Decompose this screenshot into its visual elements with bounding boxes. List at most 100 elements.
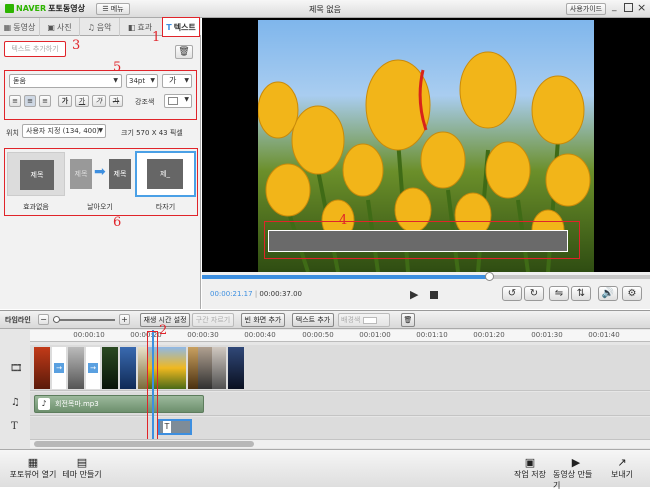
transition-marker[interactable]: → [52, 347, 66, 389]
music-clip-name: 회전목마.mp3 [55, 400, 99, 408]
user-guide-button[interactable]: 사용가이드 [566, 3, 606, 15]
clip-thumbnail[interactable] [188, 347, 198, 389]
ruler-tick: 00:00:50 [302, 331, 334, 339]
annotation-6: 6 [113, 215, 122, 230]
seek-bar[interactable] [202, 272, 650, 281]
maximize-icon[interactable] [624, 3, 633, 12]
play-icon[interactable]: ▶ [410, 288, 418, 301]
clip-thumbnail[interactable] [198, 347, 212, 389]
clip-thumbnail[interactable] [120, 347, 136, 389]
ruler-tick: 00:01:30 [531, 331, 563, 339]
font-color-select[interactable]: 가 ▼ [162, 74, 192, 88]
zoom-in-button[interactable]: + [119, 314, 130, 325]
rotate-left-button[interactable]: ↺ [502, 286, 522, 301]
tab-text[interactable]: T 텍스트 [162, 17, 200, 37]
seek-handle[interactable] [484, 272, 494, 281]
font-size-select[interactable]: 34pt ▼ [126, 74, 158, 88]
clip-thumbnail[interactable] [68, 347, 84, 389]
effect-preview: 제_ [147, 159, 183, 189]
send-button[interactable]: ↗ 보내기 [606, 456, 638, 480]
tab-music[interactable]: ♫ 음악 [80, 18, 120, 36]
outline-color-label: 강조색 [135, 98, 155, 106]
bottom-bar: ▦ 포토뷰어 열기 ▤ 테마 만들기 ▣ 작업 저장 ▶ 동영상 만들기 ↗ 보… [0, 449, 650, 490]
chevron-down-icon: ▼ [150, 77, 155, 84]
settings-button[interactable]: ⚙ [622, 286, 642, 301]
tab-photo[interactable]: ▣ 사진 [40, 18, 80, 36]
time-total: 00:00:37.00 [259, 290, 302, 298]
text-clip-glyph: T [163, 421, 171, 433]
photo-icon: ▣ [47, 22, 55, 32]
open-photo-viewer-button[interactable]: ▦ 포토뷰어 열기 [8, 456, 58, 480]
ruler-tick: 00:00:40 [244, 331, 276, 339]
time-display: 00:00:21.17 | 00:00:37.00 [210, 290, 302, 298]
effect-fly-in-label: 날아오기 [87, 203, 113, 211]
trim-button[interactable]: 구간 자르기 [192, 313, 234, 327]
timeline-toolbar: 타임라인 − + 재생 시간 설정 구간 자르기 빈 화면 추가 텍스트 추가 … [0, 311, 650, 329]
align-left-button[interactable]: ≡ [9, 95, 21, 107]
effect-none[interactable]: 제목 [7, 152, 65, 196]
size-info: 크기 570 X 43 픽셀 [121, 129, 183, 137]
stop-icon[interactable] [430, 291, 438, 299]
zoom-out-button[interactable]: − [38, 314, 49, 325]
photo-viewer-icon: ▦ [27, 456, 39, 469]
close-icon[interactable]: × [637, 1, 646, 14]
add-text-timeline-button[interactable]: 텍스트 추가 [292, 313, 334, 327]
underline-button[interactable]: 가 [75, 95, 89, 107]
delete-text-button[interactable]: 🗑 [175, 45, 193, 59]
rotate-left-icon: ↺ [507, 288, 517, 299]
transition-marker[interactable]: → [86, 347, 100, 389]
clip-thumbnail[interactable] [228, 347, 244, 389]
position-label: 위치 [6, 129, 19, 137]
chevron-down-icon: ▼ [184, 96, 189, 103]
chevron-down-icon: ▼ [98, 127, 103, 134]
italic-button[interactable]: 가 [92, 95, 106, 107]
trash-icon: 🗑 [178, 47, 190, 57]
scrollbar-thumb[interactable] [34, 441, 254, 447]
make-theme-button[interactable]: ▤ 테마 만들기 [62, 456, 102, 480]
tab-video[interactable]: ▦ 동영상 [0, 18, 40, 36]
music-track-icon: ♫ [11, 397, 20, 408]
music-clip[interactable]: ♪ 회전목마.mp3 [34, 395, 204, 413]
outline-color-select[interactable]: ▼ [164, 94, 192, 108]
preview-area: 4 00:00:21.17 | 00:00:37.00 ▶ ↺ ↻ ⇋ ⇅ 🔊 … [202, 18, 650, 309]
effect-preview-from: 제목 [70, 159, 92, 189]
align-right-button[interactable]: ≡ [39, 95, 51, 107]
video-track: → → [30, 345, 650, 391]
background-color-button[interactable]: 배경색 [338, 313, 390, 327]
rotate-right-button[interactable]: ↻ [524, 286, 544, 301]
ruler-tick: 00:00:10 [73, 331, 105, 339]
align-center-button[interactable]: ≡ [24, 95, 36, 107]
text-overlay-highlight [264, 221, 580, 259]
minimize-icon[interactable]: _ [612, 2, 622, 14]
video-canvas: 4 [202, 18, 650, 272]
effect-typewriter[interactable]: 제_ [135, 151, 196, 197]
effect-fly-in[interactable]: 제목 ➡ 제목 [69, 152, 131, 196]
volume-button[interactable]: 🔊 [598, 286, 618, 301]
add-blank-button[interactable]: 빈 화면 추가 [241, 313, 285, 327]
chevron-down-icon: ▼ [184, 77, 189, 84]
annotation-3: 3 [72, 38, 81, 53]
flip-vertical-button[interactable]: ⇅ [571, 286, 591, 301]
flip-horizontal-button[interactable]: ⇋ [549, 286, 569, 301]
timeline-delete-button[interactable]: 🗑 [401, 313, 415, 327]
clip-thumbnail[interactable] [212, 347, 226, 389]
make-video-button[interactable]: ▶ 동영상 만들기 [553, 456, 599, 491]
timeline-panel: 타임라인 − + 재생 시간 설정 구간 자르기 빈 화면 추가 텍스트 추가 … [0, 310, 650, 449]
zoom-slider[interactable] [53, 316, 115, 323]
timeline-scrollbar[interactable] [30, 439, 650, 448]
clip-thumbnail[interactable] [102, 347, 118, 389]
color-swatch [168, 97, 178, 105]
font-select[interactable]: 돋움 ▼ [9, 74, 122, 88]
music-track: ♪ 회전목마.mp3 [30, 392, 650, 416]
save-project-button[interactable]: ▣ 작업 저장 [512, 456, 548, 480]
clip-thumbnail[interactable] [34, 347, 50, 389]
text-clip[interactable]: T [158, 419, 192, 435]
position-select[interactable]: 사용자 지정 (134, 400) ▼ [22, 124, 106, 138]
zoom-handle[interactable] [53, 316, 60, 323]
flip-icon: ⇋ [554, 288, 564, 299]
flip-vertical-icon: ⇅ [576, 288, 586, 299]
strikethrough-button[interactable]: 가 [109, 95, 123, 107]
add-text-button[interactable]: 텍스트 추가하기 [4, 41, 66, 57]
bold-button[interactable]: 가 [58, 95, 72, 107]
effect-typewriter-label: 타자기 [155, 203, 176, 211]
